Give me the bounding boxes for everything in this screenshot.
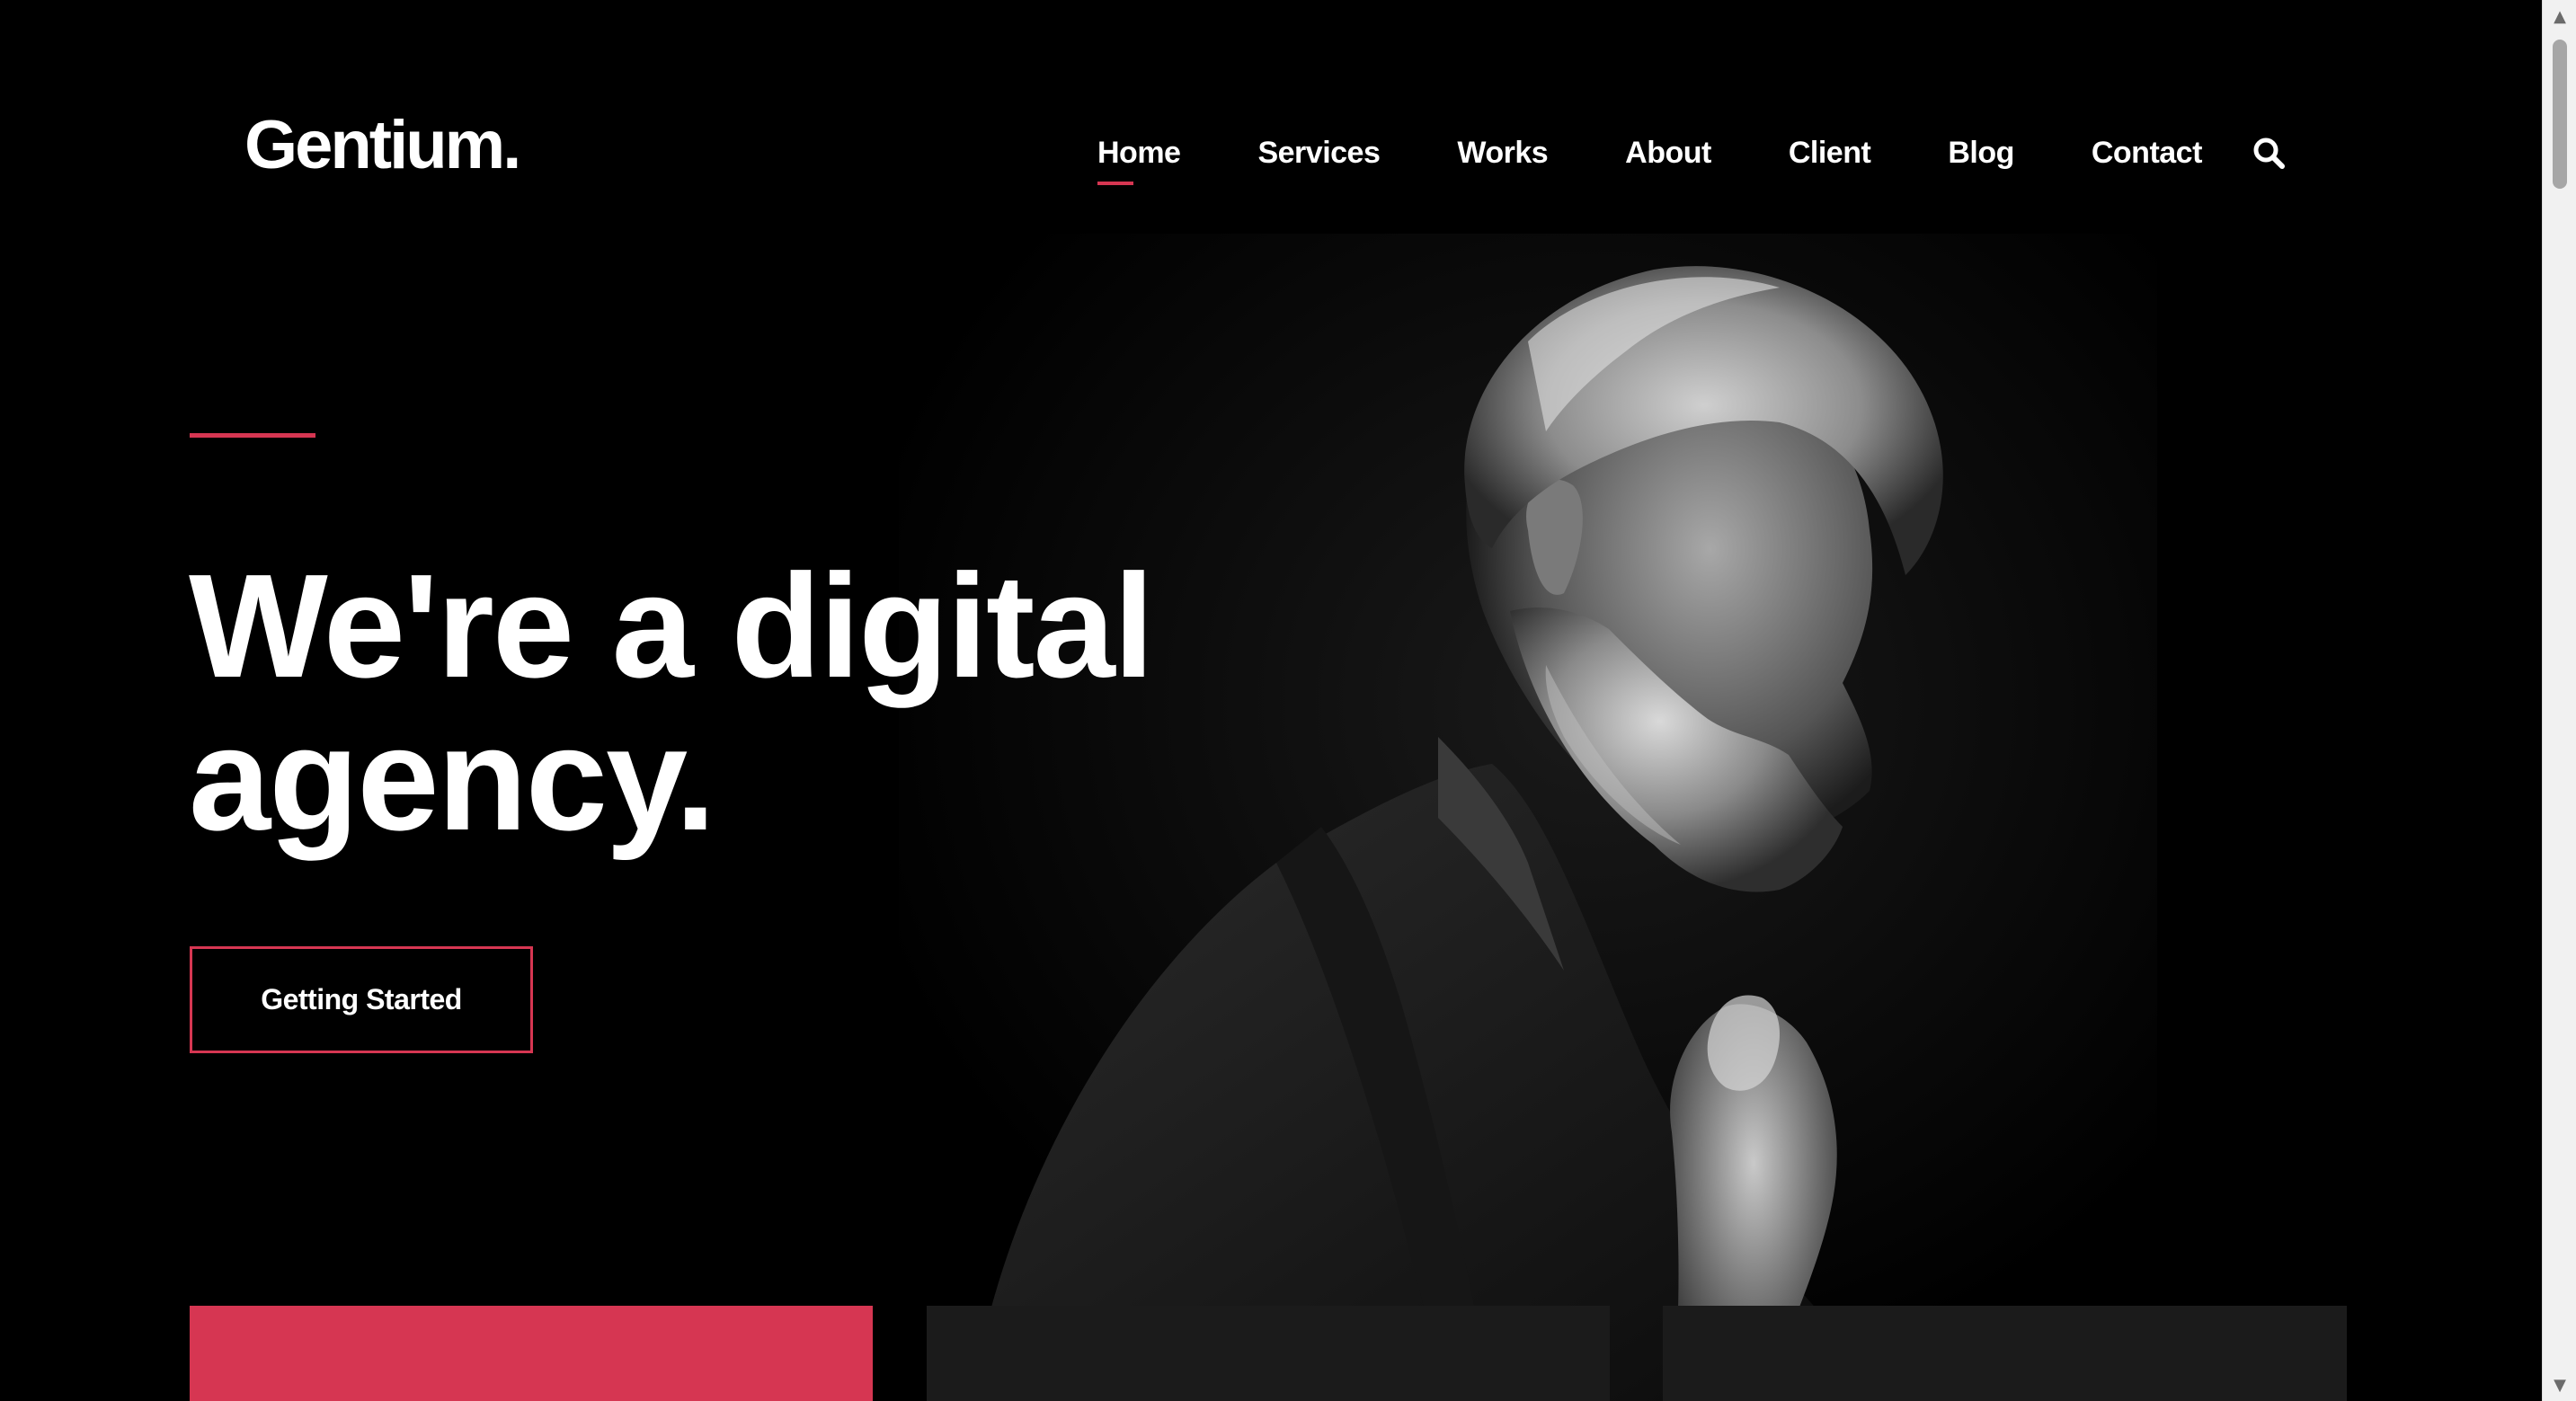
nav-home[interactable]: Home — [1097, 133, 1181, 185]
feature-card-3[interactable] — [1663, 1306, 2347, 1401]
getting-started-button[interactable]: Getting Started — [190, 946, 533, 1053]
nav-services[interactable]: Services — [1257, 133, 1380, 173]
nav-client[interactable]: Client — [1789, 133, 1871, 173]
nav-blog[interactable]: Blog — [1948, 133, 2014, 173]
nav-about[interactable]: About — [1625, 133, 1711, 173]
vertical-scrollbar[interactable]: ▲ ▼ — [2542, 0, 2576, 1401]
headline-line-1: We're a digital — [189, 544, 1154, 708]
page: Gentium. Home Services Works About Clien… — [0, 0, 2542, 1401]
feature-card-2[interactable] — [927, 1306, 1610, 1401]
scroll-thumb[interactable] — [2553, 40, 2567, 189]
hero-headline: We're a digital agency. — [189, 550, 1447, 856]
headline-line-2: agency. — [189, 696, 716, 861]
nav-contact[interactable]: Contact — [2092, 133, 2203, 173]
accent-line — [190, 433, 315, 438]
feature-card-1[interactable] — [190, 1306, 873, 1401]
nav-works[interactable]: Works — [1457, 133, 1548, 173]
arrow-down-icon[interactable]: ▼ — [2543, 1369, 2576, 1401]
arrow-up-icon[interactable]: ▲ — [2543, 0, 2576, 32]
logo[interactable]: Gentium. — [244, 111, 521, 180]
search-icon[interactable] — [2251, 133, 2287, 173]
main-nav: Home Services Works About Client Blog Co… — [1097, 133, 2287, 185]
